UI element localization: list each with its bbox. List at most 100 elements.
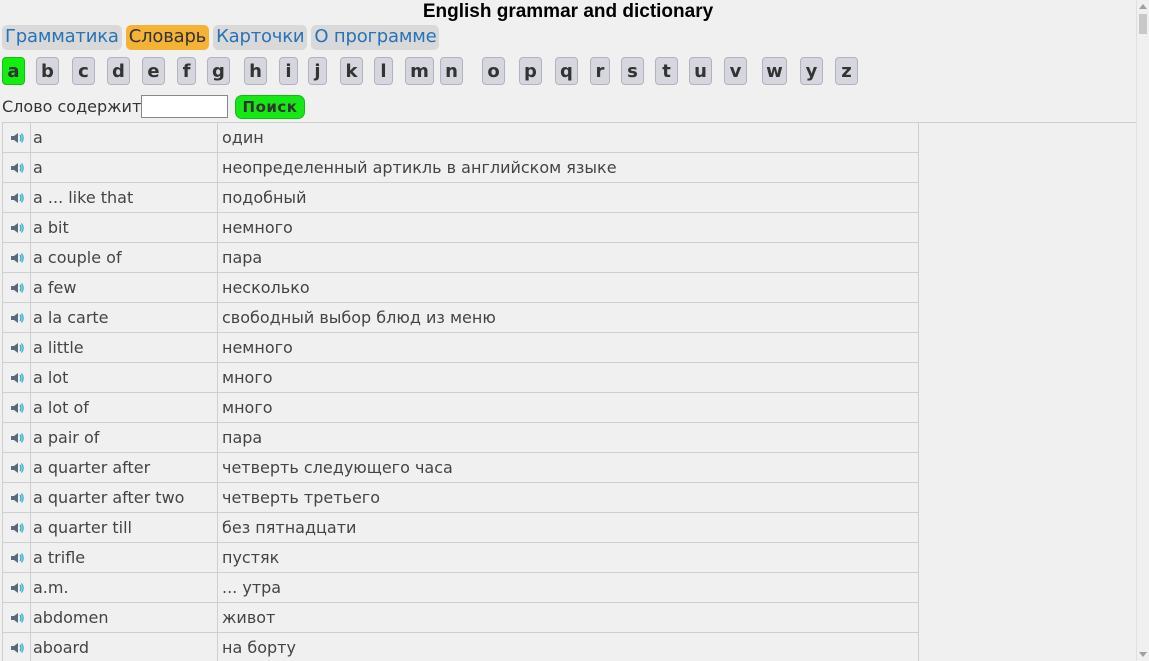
- letter-button-p[interactable]: p: [519, 57, 542, 85]
- speaker-icon[interactable]: [3, 363, 31, 392]
- letter-button-l[interactable]: l: [374, 57, 393, 85]
- page-title: English grammar and dictionary: [422, 1, 714, 22]
- scroll-up-arrow-icon[interactable]: [1139, 4, 1147, 9]
- letter-button-b[interactable]: b: [36, 57, 59, 85]
- tab-0[interactable]: Грамматика: [2, 25, 122, 50]
- speaker-icon[interactable]: [3, 303, 31, 332]
- scroll-down-arrow-icon[interactable]: [1139, 652, 1147, 657]
- speaker-icon[interactable]: [3, 573, 31, 602]
- table-row: a bit немного: [3, 213, 919, 243]
- speaker-icon[interactable]: [3, 153, 31, 182]
- tab-3[interactable]: О программе: [311, 25, 440, 50]
- russian-translation: живот: [222, 608, 276, 627]
- tab-bar: Грамматика Словарь Карточки О программе: [2, 25, 440, 50]
- speaker-icon[interactable]: [3, 183, 31, 212]
- table-row: a couple of пара: [3, 243, 919, 273]
- speaker-icon[interactable]: [3, 483, 31, 512]
- english-word: a pair of: [31, 423, 218, 452]
- table-row: a lot of много: [3, 393, 919, 423]
- table-row: a quarter after четверть следующего часа: [3, 453, 919, 483]
- table-row: a little немного: [3, 333, 919, 363]
- speaker-icon[interactable]: [3, 213, 31, 242]
- russian-translation: подобный: [222, 188, 307, 207]
- letter-button-m[interactable]: m: [405, 57, 434, 85]
- speaker-icon[interactable]: [3, 633, 31, 661]
- table-row: a trifle пустяк: [3, 543, 919, 573]
- letter-button-r[interactable]: r: [590, 57, 610, 85]
- letter-button-f[interactable]: f: [177, 57, 196, 85]
- english-word: a trifle: [31, 543, 218, 572]
- english-word: a quarter after two: [31, 483, 218, 512]
- app-page: English grammar and dictionary Грамматик…: [0, 0, 1136, 661]
- table-row: a lot много: [3, 363, 919, 393]
- speaker-icon[interactable]: [3, 393, 31, 422]
- russian-translation: свободный выбор блюд из меню: [222, 308, 496, 327]
- russian-translation: немного: [222, 338, 293, 357]
- letter-button-j[interactable]: j: [308, 57, 327, 85]
- table-row: a la carte свободный выбор блюд из меню: [3, 303, 919, 333]
- speaker-icon[interactable]: [3, 243, 31, 272]
- table-top-divider: [918, 122, 1136, 123]
- search-button[interactable]: Поиск: [235, 95, 305, 119]
- russian-translation: на борту: [222, 638, 296, 657]
- russian-translation: неопределенный артикль в английском язык…: [222, 158, 617, 177]
- table-row: aboard на борту: [3, 633, 919, 661]
- letter-button-g[interactable]: g: [207, 57, 230, 85]
- russian-translation: пара: [222, 428, 263, 447]
- search-input[interactable]: [141, 95, 228, 118]
- english-word: a la carte: [31, 303, 218, 332]
- speaker-icon[interactable]: [3, 123, 31, 152]
- speaker-icon[interactable]: [3, 333, 31, 362]
- table-row: a few несколько: [3, 273, 919, 303]
- dictionary-table: a один a неопределенный артикль в английско…: [2, 122, 919, 661]
- scrollbar-thumb[interactable]: [1139, 14, 1147, 34]
- letter-button-t[interactable]: t: [655, 57, 678, 85]
- speaker-icon[interactable]: [3, 543, 31, 572]
- russian-translation: четверть третьего: [222, 488, 380, 507]
- letter-button-h[interactable]: h: [244, 57, 267, 85]
- tab-2[interactable]: Карточки: [213, 25, 308, 50]
- table-row: a.m.... утра: [3, 573, 919, 603]
- speaker-icon[interactable]: [3, 423, 31, 452]
- speaker-icon[interactable]: [3, 513, 31, 542]
- english-word: a: [31, 153, 218, 182]
- russian-translation: без пятнадцати: [222, 518, 357, 537]
- english-word: a quarter till: [31, 513, 218, 542]
- letter-button-u[interactable]: u: [689, 57, 712, 85]
- english-word: aboard: [31, 633, 218, 661]
- english-word: a ... like that: [31, 183, 218, 212]
- tab-1[interactable]: Словарь: [125, 25, 210, 50]
- speaker-icon[interactable]: [3, 273, 31, 302]
- letter-button-z[interactable]: z: [835, 57, 858, 85]
- table-row: a неопределенный артикль в английском язы…: [3, 153, 919, 183]
- english-word: a lot of: [31, 393, 218, 422]
- letter-button-k[interactable]: k: [340, 57, 363, 85]
- letter-button-y[interactable]: y: [800, 57, 823, 85]
- table-row: a один: [3, 123, 919, 153]
- letter-button-c[interactable]: c: [72, 57, 95, 85]
- search-label: Слово содержит: [2, 97, 142, 116]
- russian-translation: несколько: [222, 278, 310, 297]
- speaker-icon[interactable]: [3, 603, 31, 632]
- russian-translation: четверть следующего часа: [222, 458, 453, 477]
- vertical-scrollbar[interactable]: [1136, 0, 1149, 661]
- table-row: abdomen живот: [3, 603, 919, 633]
- letter-button-e[interactable]: e: [142, 57, 165, 85]
- letter-button-w[interactable]: w: [762, 57, 787, 85]
- speaker-icon[interactable]: [3, 453, 31, 482]
- table-row: a quarter till без пятнадцати: [3, 513, 919, 543]
- letter-button-v[interactable]: v: [724, 57, 747, 85]
- letter-button-o[interactable]: o: [482, 57, 505, 85]
- letter-button-a[interactable]: a: [2, 57, 25, 85]
- english-word: a quarter after: [31, 453, 218, 482]
- letter-button-n[interactable]: n: [440, 57, 463, 85]
- table-row: a pair of пара: [3, 423, 919, 453]
- english-word: a little: [31, 333, 218, 362]
- english-word: a few: [31, 273, 218, 302]
- letter-button-i[interactable]: i: [279, 57, 298, 85]
- russian-translation: немного: [222, 218, 293, 237]
- letter-button-d[interactable]: d: [107, 57, 130, 85]
- letter-button-s[interactable]: s: [621, 57, 644, 85]
- table-row: a quarter after two четверть третьего: [3, 483, 919, 513]
- letter-button-q[interactable]: q: [555, 57, 578, 85]
